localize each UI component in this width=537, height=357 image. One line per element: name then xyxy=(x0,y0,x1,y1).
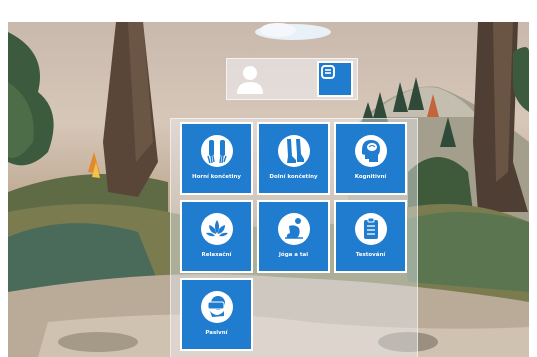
tile-upper-limbs[interactable]: Horní končetiny xyxy=(180,122,253,195)
vr-forest-scene: Horní končetiny Dolní končetiny Kognitiv… xyxy=(8,22,529,357)
tile-label: Jóga a tai xyxy=(278,252,309,258)
lotus-icon xyxy=(200,213,233,245)
tile-label: Dolní končetiny xyxy=(269,174,318,180)
logout-icon xyxy=(321,65,335,79)
user-panel xyxy=(226,58,358,100)
tile-testing[interactable]: Testování xyxy=(334,200,407,273)
tile-label: Testování xyxy=(355,252,386,258)
lower-limbs-icon xyxy=(277,135,310,167)
exercise-menu-panel: Horní končetiny Dolní končetiny Kognitiv… xyxy=(170,118,418,357)
clipboard-icon xyxy=(354,213,387,245)
yoga-pose-icon xyxy=(277,213,310,245)
upper-limbs-icon xyxy=(200,135,233,167)
tile-yoga[interactable]: Jóga a tai xyxy=(257,200,330,273)
tile-cognitive[interactable]: Kognitivní xyxy=(334,122,407,195)
tile-relaxation[interactable]: Relaxační xyxy=(180,200,253,273)
user-avatar-icon xyxy=(233,62,267,96)
tile-label: Horní končetiny xyxy=(191,174,242,180)
tile-label: Relaxační xyxy=(201,252,232,258)
vr-headset-icon xyxy=(200,291,233,323)
brain-head-icon xyxy=(354,135,387,167)
tile-label: Pasivní xyxy=(205,330,228,336)
tile-label: Kognitivní xyxy=(354,174,387,180)
tile-lower-limbs[interactable]: Dolní končetiny xyxy=(257,122,330,195)
tile-passive[interactable]: Pasivní xyxy=(180,278,253,351)
logout-button[interactable] xyxy=(317,61,353,97)
